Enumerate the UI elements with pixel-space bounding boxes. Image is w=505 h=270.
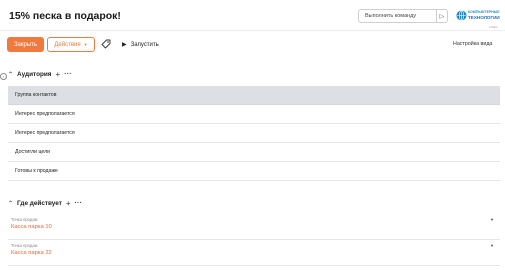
play-icon: ▷	[439, 13, 445, 20]
field-value-link[interactable]: Касса парка 10	[11, 224, 52, 230]
close-button[interactable]: Закрыть	[7, 37, 44, 52]
command-box: ▷	[358, 9, 448, 23]
logo-subtext: LOGO	[489, 25, 498, 29]
list-item[interactable]: Интерес предполагается	[8, 124, 500, 143]
caret-down-icon: ▼	[83, 42, 88, 47]
view-settings-dropdown[interactable]: Настройка вида	[453, 41, 492, 47]
field-value-link[interactable]: Касса парка 22	[11, 250, 52, 256]
add-icon[interactable]: +	[56, 70, 61, 79]
command-input[interactable]	[359, 10, 436, 22]
actions-label: Действия	[54, 41, 81, 48]
run-label: Запустить	[130, 41, 159, 48]
page-header: 15% песка в подарок! ▷ КОМПЬЮТЕРНЫЕ ТЕХН…	[0, 0, 505, 30]
actions-button[interactable]: Действия ▼	[47, 37, 95, 52]
caret-down-icon[interactable]: ▼	[490, 217, 494, 222]
add-icon[interactable]: +	[66, 199, 71, 208]
chevron-up-icon[interactable]: ⌃	[8, 71, 13, 78]
header-divider	[0, 30, 505, 31]
more-icon[interactable]: ···	[75, 200, 83, 207]
list-item[interactable]: Достигли цели	[8, 143, 500, 162]
field-label: Точка продаж	[11, 217, 38, 222]
caret-down-icon[interactable]: ▼	[490, 243, 494, 248]
audience-title: Аудитория	[17, 70, 52, 78]
list-item[interactable]: Группа контактов	[8, 86, 500, 105]
logo-text-line2: ТЕХНОЛОГИИ	[468, 15, 500, 20]
side-panel-toggle-icon[interactable]: ›	[0, 73, 7, 80]
page-title: 15% песка в подарок!	[9, 10, 121, 22]
where-section-header: ⌃ Где действует + ···	[8, 198, 82, 208]
field-label: Точка продаж	[11, 243, 38, 248]
run-button[interactable]: ▶ Запустить	[122, 39, 159, 50]
view-settings-label: Настройка вида	[453, 41, 493, 47]
play-icon: ▶	[122, 42, 127, 48]
command-run-button[interactable]: ▷	[437, 10, 447, 22]
point-of-sale-field[interactable]: Точка продаж Касса парка 10 ▼	[8, 214, 500, 240]
list-item[interactable]: Интерес предполагается	[8, 105, 500, 124]
logo-globe-icon	[456, 10, 467, 21]
more-icon[interactable]: ···	[64, 71, 72, 78]
logo-text-line1: КОМПЬЮТЕРНЫЕ	[468, 10, 500, 14]
point-of-sale-field[interactable]: Точка продаж Касса парка 22 ▼	[8, 240, 500, 266]
tag-icon[interactable]	[100, 38, 112, 50]
chevron-up-icon[interactable]: ⌃	[8, 200, 13, 207]
list-item[interactable]: Готовы к продаже	[8, 162, 500, 181]
where-title: Где действует	[17, 199, 62, 207]
audience-section-header: ⌃ Аудитория + ···	[8, 69, 72, 79]
